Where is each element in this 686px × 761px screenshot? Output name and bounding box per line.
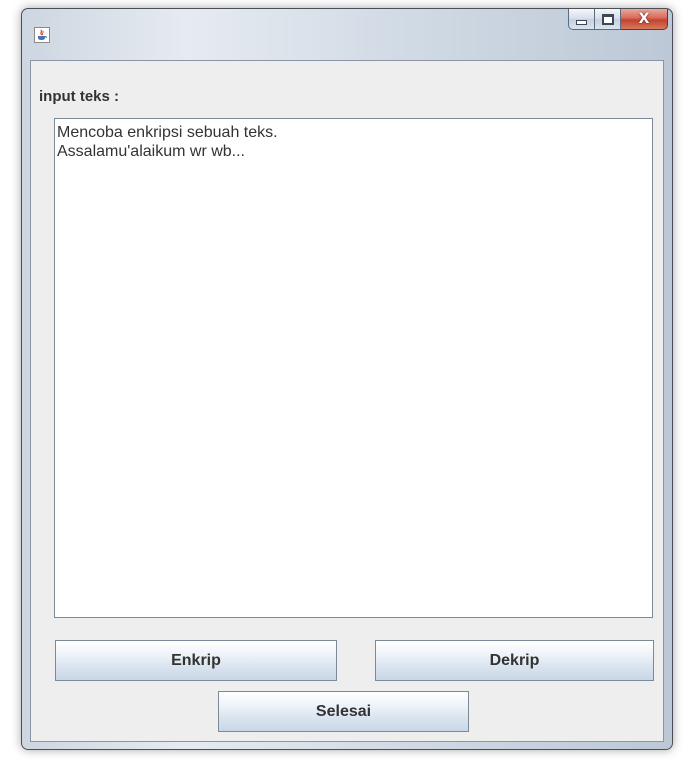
input-label: input teks :	[39, 88, 120, 105]
close-button[interactable]: X	[621, 9, 668, 30]
maximize-button[interactable]	[595, 9, 621, 30]
java-icon	[34, 27, 50, 43]
enkrip-button[interactable]: Enkrip	[55, 640, 337, 681]
close-icon: X	[638, 11, 650, 27]
dekrip-button[interactable]: Dekrip	[375, 640, 654, 681]
minimize-button[interactable]	[568, 9, 595, 30]
content-panel: input teks : Mencoba enkripsi sebuah tek…	[30, 60, 664, 742]
minimize-icon	[576, 19, 587, 25]
maximize-icon	[601, 13, 614, 25]
text-line: Assalamu'alaikum wr wb...	[57, 143, 245, 160]
title-bar[interactable]: X	[22, 9, 672, 59]
text-line: Mencoba enkripsi sebuah teks.	[57, 124, 278, 141]
window-controls: X	[568, 9, 668, 30]
selesai-button[interactable]: Selesai	[218, 691, 469, 732]
input-textarea[interactable]: Mencoba enkripsi sebuah teks. Assalamu'a…	[54, 118, 653, 618]
app-window: X input teks : Mencoba enkripsi sebuah t…	[21, 8, 673, 750]
